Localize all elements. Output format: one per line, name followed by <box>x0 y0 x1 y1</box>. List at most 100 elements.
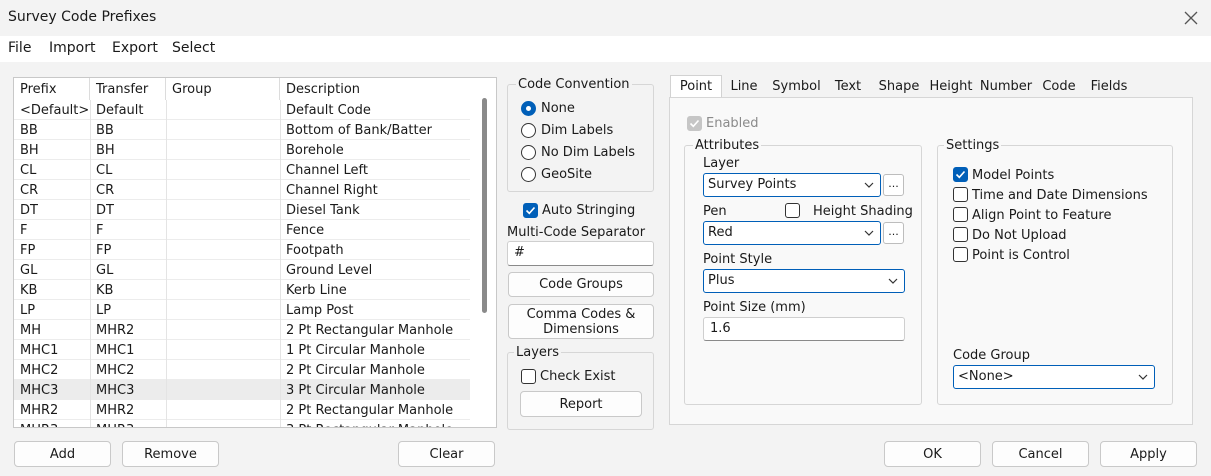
code-group-select[interactable]: <None> <box>953 365 1155 389</box>
table-cell <box>166 420 280 427</box>
layer-value: Survey Points <box>708 177 797 192</box>
table-cell: CR <box>20 183 39 198</box>
align-point-checkbox[interactable] <box>953 207 968 222</box>
radio-no-dim-labels[interactable] <box>521 145 536 160</box>
enabled-label: Enabled <box>706 116 759 131</box>
tab-shape[interactable]: Shape <box>873 76 925 98</box>
tab-line[interactable]: Line <box>722 76 766 98</box>
column-header-transfer[interactable]: Transfer <box>90 78 166 100</box>
layer-browse-button[interactable]: ... <box>883 174 904 196</box>
add-label: Add <box>49 446 76 462</box>
close-button[interactable] <box>1177 4 1205 32</box>
tab-text[interactable]: Text <box>827 76 869 98</box>
remove-button[interactable]: Remove <box>122 441 219 467</box>
model-points-checkbox[interactable] <box>953 167 968 182</box>
table-cell: 2 Pt Rectangular Manhole <box>286 403 454 418</box>
do-not-upload-label: Do Not Upload <box>972 228 1067 243</box>
tab-code[interactable]: Code <box>1036 76 1082 98</box>
column-header-prefix[interactable]: Prefix <box>14 78 90 100</box>
enabled-checkbox[interactable] <box>687 116 702 131</box>
apply-button[interactable]: Apply <box>1100 441 1197 467</box>
table-cell: MHR3 <box>14 420 90 427</box>
code-groups-button[interactable]: Code Groups <box>508 272 654 297</box>
point-is-control-checkbox[interactable] <box>953 247 968 262</box>
point-style-select[interactable]: Plus <box>703 269 905 293</box>
table-row[interactable]: DT DT Diesel Tank <box>14 200 470 220</box>
prefix-list[interactable]: Prefix Transfer Group Description <Defau… <box>13 77 497 428</box>
menu-file[interactable]: File <box>8 40 31 56</box>
tab-fields[interactable]: Fields <box>1084 76 1134 98</box>
vertical-scrollbar[interactable] <box>482 98 487 313</box>
ok-button[interactable]: OK <box>884 441 981 467</box>
table-row[interactable]: F F Fence <box>14 220 470 240</box>
pen-select[interactable]: Red <box>703 221 881 245</box>
tab-number[interactable]: Number <box>977 76 1035 98</box>
clear-button[interactable]: Clear <box>398 441 495 467</box>
table-row[interactable]: MHC3 MHC3 3 Pt Circular Manhole <box>14 380 470 400</box>
add-button[interactable]: Add <box>14 441 111 467</box>
tab-symbol[interactable]: Symbol <box>767 76 826 98</box>
comma-codes-dimensions-button[interactable]: Comma Codes & Dimensions <box>508 304 654 339</box>
attributes-label: Attributes <box>693 138 762 153</box>
multi-code-separator-input[interactable]: # <box>507 241 654 266</box>
time-date-dimensions-checkbox[interactable] <box>953 187 968 202</box>
table-cell <box>166 120 280 140</box>
table-cell <box>166 220 280 240</box>
check-exist-checkbox[interactable] <box>521 369 536 384</box>
tab-point[interactable]: Point <box>670 75 722 99</box>
point-size-label: Point Size (mm) <box>703 300 806 315</box>
menu-export[interactable]: Export <box>112 40 158 56</box>
table-row[interactable]: FP FP Footpath <box>14 240 470 260</box>
column-divider <box>280 100 281 427</box>
menu-import[interactable]: Import <box>49 40 95 56</box>
tab-line-label: Line <box>730 79 758 94</box>
column-header-group[interactable]: Group <box>166 78 280 100</box>
table-row[interactable]: BB BB Bottom of Bank/Batter <box>14 120 470 140</box>
table-cell: 2 Pt Rectangular Manhole <box>286 323 454 338</box>
align-point-label: Align Point to Feature <box>972 208 1112 223</box>
table-row[interactable]: MHR3MHR3 3 Pt Rectangular Manhole <box>14 420 470 427</box>
table-row[interactable]: MHR2 MHR2 2 Pt Rectangular Manhole <box>14 400 470 420</box>
menu-select[interactable]: Select <box>172 40 215 56</box>
table-row[interactable]: LP LP Lamp Post <box>14 300 470 320</box>
table-cell: 2 Pt Circular Manhole <box>286 363 425 378</box>
radio-dim-labels[interactable] <box>521 123 536 138</box>
height-shading-label: Height Shading <box>813 204 913 219</box>
radio-none[interactable] <box>521 101 536 116</box>
table-row[interactable]: CL CL Channel Left <box>14 160 470 180</box>
report-button[interactable]: Report <box>520 391 642 417</box>
table-row[interactable]: <Default> Default Default Code <box>14 100 470 120</box>
layers-label: Layers <box>514 345 562 360</box>
cancel-label: Cancel <box>1018 446 1063 462</box>
chevron-down-icon <box>864 182 874 188</box>
column-header-description[interactable]: Description <box>280 78 470 100</box>
table-cell: MHC1 <box>96 343 135 358</box>
table-cell: MHR3 <box>90 420 166 427</box>
table-row[interactable]: GL GL Ground Level <box>14 260 470 280</box>
table-row[interactable]: MHC1 MHC1 1 Pt Circular Manhole <box>14 340 470 360</box>
radio-none-label: None <box>541 101 575 116</box>
survey-code-prefixes-dialog: Survey Code Prefixes File Import Export … <box>0 0 1211 476</box>
table-row[interactable]: MH MHR2 2 Pt Rectangular Manhole <box>14 320 470 340</box>
column-divider <box>166 100 167 427</box>
point-size-input[interactable]: 1.6 <box>703 317 905 341</box>
point-style-label: Point Style <box>703 252 773 267</box>
height-shading-checkbox[interactable] <box>785 203 800 218</box>
cancel-button[interactable]: Cancel <box>992 441 1089 467</box>
table-row[interactable]: KB KB Kerb Line <box>14 280 470 300</box>
do-not-upload-checkbox[interactable] <box>953 227 968 242</box>
table-row[interactable]: MHC2 MHC2 2 Pt Circular Manhole <box>14 360 470 380</box>
table-cell: F <box>20 223 28 238</box>
tab-height[interactable]: Height <box>926 76 976 98</box>
table-row[interactable]: BH BH Borehole <box>14 140 470 160</box>
point-is-control-label: Point is Control <box>972 248 1070 263</box>
pen-browse-button[interactable]: ... <box>883 222 904 244</box>
table-row[interactable]: CR CR Channel Right <box>14 180 470 200</box>
radio-geosite[interactable] <box>521 167 536 182</box>
layer-select[interactable]: Survey Points <box>703 173 881 197</box>
table-cell: GL <box>20 263 38 278</box>
table-cell: KB <box>96 283 114 298</box>
clear-label: Clear <box>429 446 464 462</box>
auto-stringing-checkbox[interactable] <box>523 203 538 218</box>
comma-codes-label-line2: Dimensions <box>543 321 619 337</box>
